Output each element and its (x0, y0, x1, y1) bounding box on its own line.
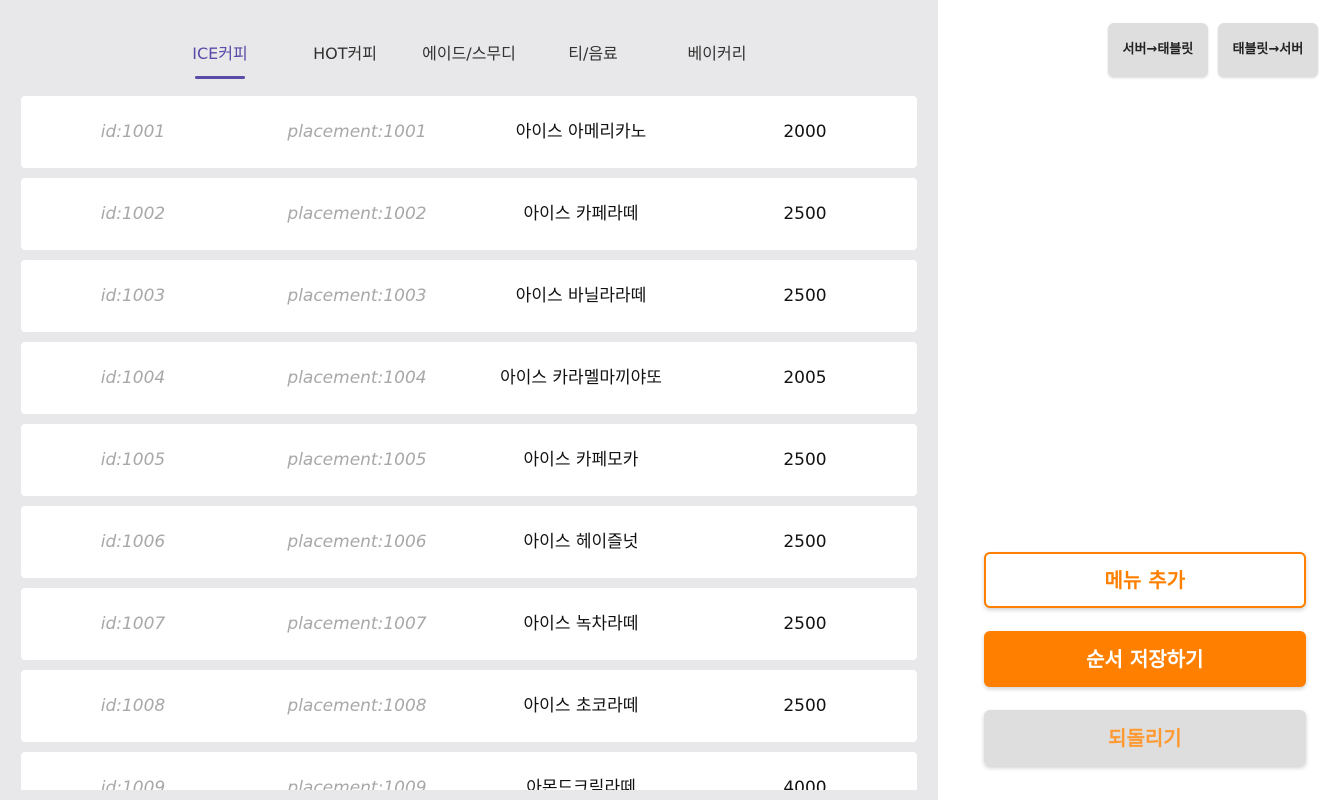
menu-row[interactable]: id:1004 placement:1004 아이스 카라멜마끼야또 2005 (21, 342, 917, 414)
menu-name: 아이스 녹차라떼 (523, 614, 639, 634)
menu-row[interactable]: id:1006 placement:1006 아이스 헤이즐넛 2500 (21, 506, 917, 578)
add-menu-button[interactable]: 메뉴 추가 (984, 552, 1306, 608)
menu-price: 4000 (783, 778, 827, 790)
menu-name: 아이스 바닐라라떼 (515, 286, 647, 306)
menu-name: 아이스 초코라떼 (523, 696, 639, 716)
menu-id: id:1001 (100, 122, 166, 142)
revert-button[interactable]: 되돌리기 (984, 710, 1306, 766)
menu-name: 아이스 카페모카 (523, 450, 639, 470)
menu-id: id:1006 (100, 532, 166, 552)
menu-name: 아이스 카페라떼 (523, 204, 639, 224)
tab-label: 티/음료 (568, 44, 618, 63)
menu-price: 2500 (783, 450, 827, 470)
menu-name: 아몬드크림라떼 (526, 778, 636, 790)
tab-bakery[interactable]: 베이커리 (667, 40, 767, 80)
tablet-to-server-button[interactable]: 태블릿→서버 (1218, 23, 1318, 77)
menu-id: id:1002 (100, 204, 166, 224)
menu-price: 2500 (783, 696, 827, 716)
menu-placement: placement:1009 (287, 778, 427, 790)
menu-price: 2500 (783, 204, 827, 224)
tab-hot-coffee[interactable]: HOT커피 (295, 40, 395, 80)
menu-row[interactable]: id:1005 placement:1005 아이스 카페모카 2500 (21, 424, 917, 496)
menu-price: 2000 (783, 122, 827, 142)
menu-row[interactable]: id:1007 placement:1007 아이스 녹차라떼 2500 (21, 588, 917, 660)
menu-placement: placement:1008 (287, 696, 427, 716)
menu-id: id:1008 (100, 696, 166, 716)
menu-id: id:1005 (100, 450, 166, 470)
menu-price: 2500 (783, 286, 827, 306)
menu-id: id:1007 (100, 614, 166, 634)
menu-row[interactable]: id:1009 placement:1009 아몬드크림라떼 4000 (21, 752, 917, 790)
save-order-button[interactable]: 순서 저장하기 (984, 631, 1306, 687)
menu-placement: placement:1005 (287, 450, 427, 470)
menu-placement: placement:1006 (287, 532, 427, 552)
menu-row[interactable]: id:1003 placement:1003 아이스 바닐라라떼 2500 (21, 260, 917, 332)
menu-placement: placement:1004 (287, 368, 427, 388)
menu-placement: placement:1003 (287, 286, 427, 306)
menu-placement: placement:1007 (287, 614, 427, 634)
tab-label: 에이드/스무디 (422, 44, 516, 63)
tab-ice-coffee[interactable]: ICE커피 (170, 40, 270, 80)
menu-placement: placement:1002 (287, 204, 427, 224)
menu-row[interactable]: id:1002 placement:1002 아이스 카페라떼 2500 (21, 178, 917, 250)
server-to-tablet-button[interactable]: 서버→태블릿 (1108, 23, 1208, 77)
menu-row[interactable]: id:1001 placement:1001 아이스 아메리카노 2000 (21, 96, 917, 168)
menu-price: 2500 (783, 614, 827, 634)
menu-row[interactable]: id:1008 placement:1008 아이스 초코라떼 2500 (21, 670, 917, 742)
menu-id: id:1009 (100, 778, 166, 790)
menu-name: 아이스 헤이즐넛 (523, 532, 639, 552)
category-tabs: ICE커피 HOT커피 에이드/스무디 티/음료 베이커리 (0, 0, 938, 96)
menu-name: 아이스 아메리카노 (515, 122, 647, 142)
menu-list[interactable]: id:1001 placement:1001 아이스 아메리카노 2000 id… (21, 96, 917, 790)
menu-price: 2500 (783, 532, 827, 552)
menu-placement: placement:1001 (287, 122, 427, 142)
menu-id: id:1004 (100, 368, 166, 388)
tab-label: HOT커피 (313, 44, 377, 63)
menu-panel: ICE커피 HOT커피 에이드/스무디 티/음료 베이커리 id:1001 pl… (0, 0, 938, 800)
menu-name: 아이스 카라멜마끼야또 (500, 368, 662, 388)
tab-label: 베이커리 (687, 44, 747, 63)
tab-label: ICE커피 (192, 44, 248, 63)
tab-ade-smoothie[interactable]: 에이드/스무디 (409, 40, 529, 80)
menu-id: id:1003 (100, 286, 166, 306)
tab-tea-drinks[interactable]: 티/음료 (543, 40, 643, 80)
active-tab-indicator (195, 76, 245, 79)
menu-price: 2005 (783, 368, 827, 388)
